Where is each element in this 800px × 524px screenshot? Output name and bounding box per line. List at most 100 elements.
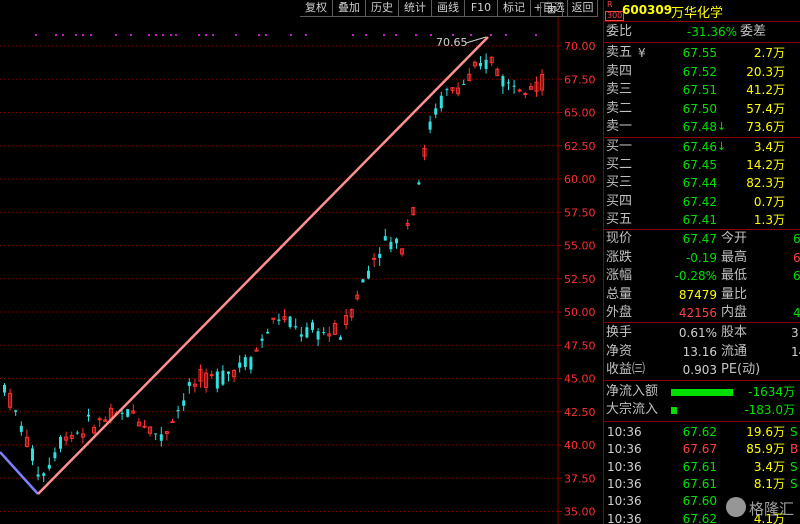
trade-row[interactable]: 10:36 67.61 8.1万 S xyxy=(604,475,800,493)
quote-label-2: 今开 xyxy=(721,231,748,246)
quote-value: 42156 xyxy=(678,306,717,320)
f10-button[interactable]: F10 xyxy=(465,0,498,17)
fund-label: 换手 xyxy=(606,325,633,340)
fund-row: 收益㈢ 0.903 PE(动) xyxy=(604,361,800,379)
quote-row: 现价 67.47 今开 6 xyxy=(604,230,800,248)
price-axis-label: 50.00 xyxy=(564,306,596,319)
ask-level-2[interactable]: 卖四 67.52 20.3万 xyxy=(604,63,800,81)
candle-body xyxy=(299,334,303,337)
level-price: 67.51 xyxy=(682,83,717,97)
fund-row: 净资 13.16 流通 14 xyxy=(604,343,800,361)
trade-price: 67.61 xyxy=(682,476,717,491)
candle-body xyxy=(170,420,175,423)
quote-label: 涨跌 xyxy=(606,249,633,265)
badge-r: R xyxy=(607,0,613,9)
statistics-button[interactable]: 统计 xyxy=(399,0,432,17)
overlay-button[interactable]: 叠加 xyxy=(333,0,366,17)
trade-price: 67.67 xyxy=(682,442,717,457)
bid-level-4[interactable]: 买四 67.42 0.7万 xyxy=(604,193,800,211)
candle-body xyxy=(31,448,34,461)
candle-body xyxy=(305,327,309,338)
candle-body xyxy=(507,82,510,84)
ask-level-5[interactable]: 卖一 67.48 ↓ 73.6万 xyxy=(604,118,800,136)
trade-row[interactable]: 10:36 67.67 85.9万 B xyxy=(604,440,800,458)
history-button[interactable]: 历史 xyxy=(366,0,399,17)
trade-price: 67.62 xyxy=(682,425,717,439)
quote-label: 涨幅 xyxy=(606,268,633,283)
divider xyxy=(604,421,800,422)
candle-body xyxy=(14,410,18,412)
ask-level-4[interactable]: 卖二 67.50 57.4万 xyxy=(604,100,800,118)
bid-level-3[interactable]: 买三 67.44 82.3万 xyxy=(604,174,800,192)
level-volume: 14.2万 xyxy=(746,158,785,173)
signal-marker xyxy=(205,34,207,36)
candle-body xyxy=(142,425,147,428)
quote-label-2: 量比 xyxy=(721,286,748,302)
signal-marker xyxy=(470,34,472,36)
trade-flag: S xyxy=(790,459,798,474)
trade-row[interactable]: 10:36 67.61 3.4万 S xyxy=(604,458,800,476)
block-inflow-label: 大宗流入 xyxy=(606,402,659,417)
trade-volume: 19.6万 xyxy=(746,425,785,439)
fuquan-button[interactable]: 复权 xyxy=(300,0,333,17)
signal-marker xyxy=(352,34,354,36)
quote-label-2: 内盘 xyxy=(721,305,748,320)
bid-level-1[interactable]: 买一 67.46 ↓ 3.4万 xyxy=(604,138,800,156)
price-axis-label: 65.00 xyxy=(564,107,596,120)
quote-value-2: 6 xyxy=(793,232,800,246)
ask-level-1[interactable]: 卖五 67.55 2.7万 xyxy=(604,44,800,62)
bid-level-5[interactable]: 买五 67.41 1.3万 xyxy=(604,211,800,229)
candle-body xyxy=(445,89,449,91)
candle-body xyxy=(395,238,398,244)
yen-icon: ¥ xyxy=(638,46,646,60)
fund-value-2: 31 xyxy=(791,326,800,340)
net-inflow-label: 净流入额 xyxy=(606,384,659,399)
price-axis-label: 40.00 xyxy=(564,439,596,452)
stock-code: 600309 xyxy=(622,3,673,17)
candle-body xyxy=(378,253,382,259)
quote-value: 67.47 xyxy=(682,232,717,246)
fund-value: 0.903 xyxy=(682,363,717,377)
bid-level-2[interactable]: 买二 67.45 14.2万 xyxy=(604,156,800,174)
candlestick-chart[interactable]: 70.00 67.50 65.00 62.50 60.00 57.50 55.00 52.50… xyxy=(0,0,603,524)
trend-line-up xyxy=(37,36,489,495)
price-axis-label: 47.50 xyxy=(564,339,596,352)
fund-value-2: 14 xyxy=(791,344,800,359)
candle-body xyxy=(479,63,482,67)
net-inflow-row: 净流入额 -1634万 xyxy=(604,383,800,401)
candle-body xyxy=(126,409,130,417)
level-price: 67.52 xyxy=(682,64,717,79)
weibi-label: 委比 xyxy=(606,24,633,39)
candle-body xyxy=(47,464,51,469)
candle-body xyxy=(361,279,365,283)
trade-flag: S xyxy=(790,425,798,439)
back-button[interactable]: 返回 xyxy=(568,0,598,17)
candle-body xyxy=(367,270,370,279)
candle-body xyxy=(182,400,186,406)
signal-marker xyxy=(148,34,150,36)
quote-row: 涨跌 -0.19 最高 6 xyxy=(604,249,800,267)
level-price: 67.46 xyxy=(682,140,717,154)
signal-marker xyxy=(290,34,292,36)
trade-time: 10:36 xyxy=(607,459,642,474)
trade-time: 10:36 xyxy=(607,494,642,509)
signal-marker xyxy=(55,34,57,36)
weibi-row: 委比 -31.36% 委差 xyxy=(604,23,800,41)
fund-label-2: 流通 xyxy=(721,343,748,359)
ask-level-3[interactable]: 卖三 67.51 41.2万 xyxy=(604,81,800,99)
level-price: 67.42 xyxy=(682,194,717,209)
close-icon[interactable]: ⊠ xyxy=(540,2,563,17)
watermark-logo-icon xyxy=(726,497,746,517)
level-volume: 0.7万 xyxy=(753,194,785,209)
level-volume: 73.6万 xyxy=(746,120,785,134)
signal-marker xyxy=(395,34,397,36)
signal-marker xyxy=(430,34,432,36)
candle-body xyxy=(19,425,23,432)
signal-marker xyxy=(365,34,367,36)
fund-row: 换手 0.61% 股本 31 xyxy=(604,324,800,342)
mark-button[interactable]: 标记 xyxy=(498,0,531,17)
trade-row[interactable]: 10:36 67.62 19.6万 S xyxy=(604,423,800,441)
draw-line-button[interactable]: 画线 xyxy=(432,0,465,17)
quote-value: -0.19 xyxy=(685,250,717,265)
level-volume: 41.2万 xyxy=(746,83,785,97)
